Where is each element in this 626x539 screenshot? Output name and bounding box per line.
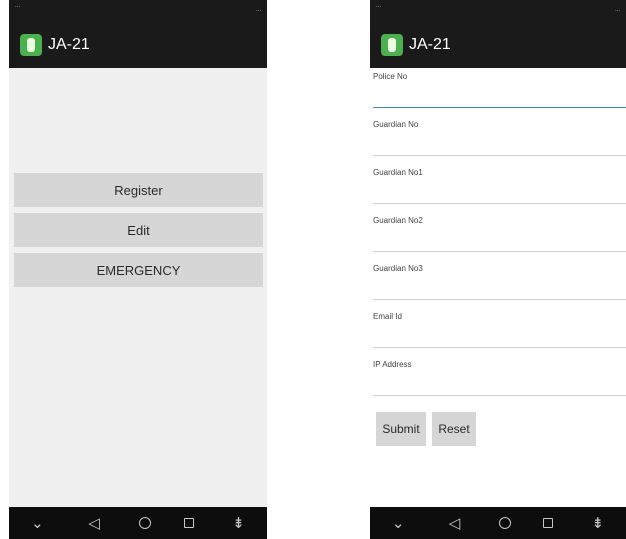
chevron-down-icon[interactable]: ⌄	[386, 514, 410, 532]
reset-button[interactable]: Reset	[432, 412, 476, 446]
register-button[interactable]: Register	[14, 173, 263, 207]
police-no-label: Police No	[373, 72, 408, 81]
guardian-no3-input[interactable]	[373, 278, 626, 300]
home-content: Register Edit EMERGENCY	[9, 68, 267, 507]
ip-address-label: IP Address	[373, 360, 412, 369]
guardian-no2-field: Guardian No2	[373, 212, 626, 256]
status-icons: ...	[614, 7, 620, 13]
chevron-down-icon[interactable]: ⌄	[25, 514, 49, 532]
guardian-no2-label: Guardian No2	[373, 216, 423, 225]
email-id-label: Email Id	[373, 312, 402, 321]
notification-pull-icon[interactable]: ⇟	[227, 514, 251, 532]
app-icon	[20, 34, 42, 56]
police-no-field: Police No	[373, 68, 626, 112]
back-icon[interactable]: ◁	[82, 514, 106, 532]
guardian-no-field: Guardian No	[373, 116, 626, 160]
guardian-no3-label: Guardian No3	[373, 264, 423, 273]
phone-screen-register-form: ... ... JA-21 Police No Guardian No Guar…	[370, 0, 626, 539]
ip-address-input[interactable]	[373, 374, 626, 396]
notification-pull-icon[interactable]: ⇟	[586, 514, 610, 532]
status-bar: ... ...	[370, 0, 626, 22]
ip-address-field: IP Address	[373, 356, 626, 400]
recents-icon[interactable]	[183, 518, 194, 528]
register-form: Police No Guardian No Guardian No1 Guard…	[370, 68, 626, 507]
status-icons: ...	[255, 7, 261, 13]
recents-icon[interactable]	[543, 518, 554, 528]
app-icon	[381, 34, 403, 56]
guardian-no1-label: Guardian No1	[373, 168, 423, 177]
submit-button[interactable]: Submit	[376, 412, 426, 446]
home-icon[interactable]	[498, 517, 511, 529]
navigation-bar: ⌄ ◁ ⇟	[370, 507, 626, 539]
action-bar: JA-21	[9, 22, 267, 68]
email-id-field: Email Id	[373, 308, 626, 352]
emergency-button[interactable]: EMERGENCY	[14, 253, 263, 287]
edit-button[interactable]: Edit	[14, 213, 263, 247]
status-carrier: ...	[376, 3, 382, 9]
police-no-input[interactable]	[373, 86, 626, 108]
app-title: JA-21	[409, 36, 451, 53]
guardian-no3-field: Guardian No3	[373, 260, 626, 304]
guardian-no-input[interactable]	[373, 134, 626, 156]
status-carrier: ...	[15, 3, 21, 9]
guardian-no1-field: Guardian No1	[373, 164, 626, 208]
guardian-no1-input[interactable]	[373, 182, 626, 204]
home-icon[interactable]	[138, 517, 151, 529]
phone-screen-home: ... ... JA-21 Register Edit EMERGENCY ⌄ …	[9, 0, 267, 539]
guardian-no-label: Guardian No	[373, 120, 419, 129]
status-bar: ... ...	[9, 0, 267, 22]
action-bar: JA-21	[370, 22, 626, 68]
email-id-input[interactable]	[373, 326, 626, 348]
guardian-no2-input[interactable]	[373, 230, 626, 252]
navigation-bar: ⌄ ◁ ⇟	[9, 507, 267, 539]
back-icon[interactable]: ◁	[443, 514, 467, 532]
app-title: JA-21	[48, 36, 90, 53]
